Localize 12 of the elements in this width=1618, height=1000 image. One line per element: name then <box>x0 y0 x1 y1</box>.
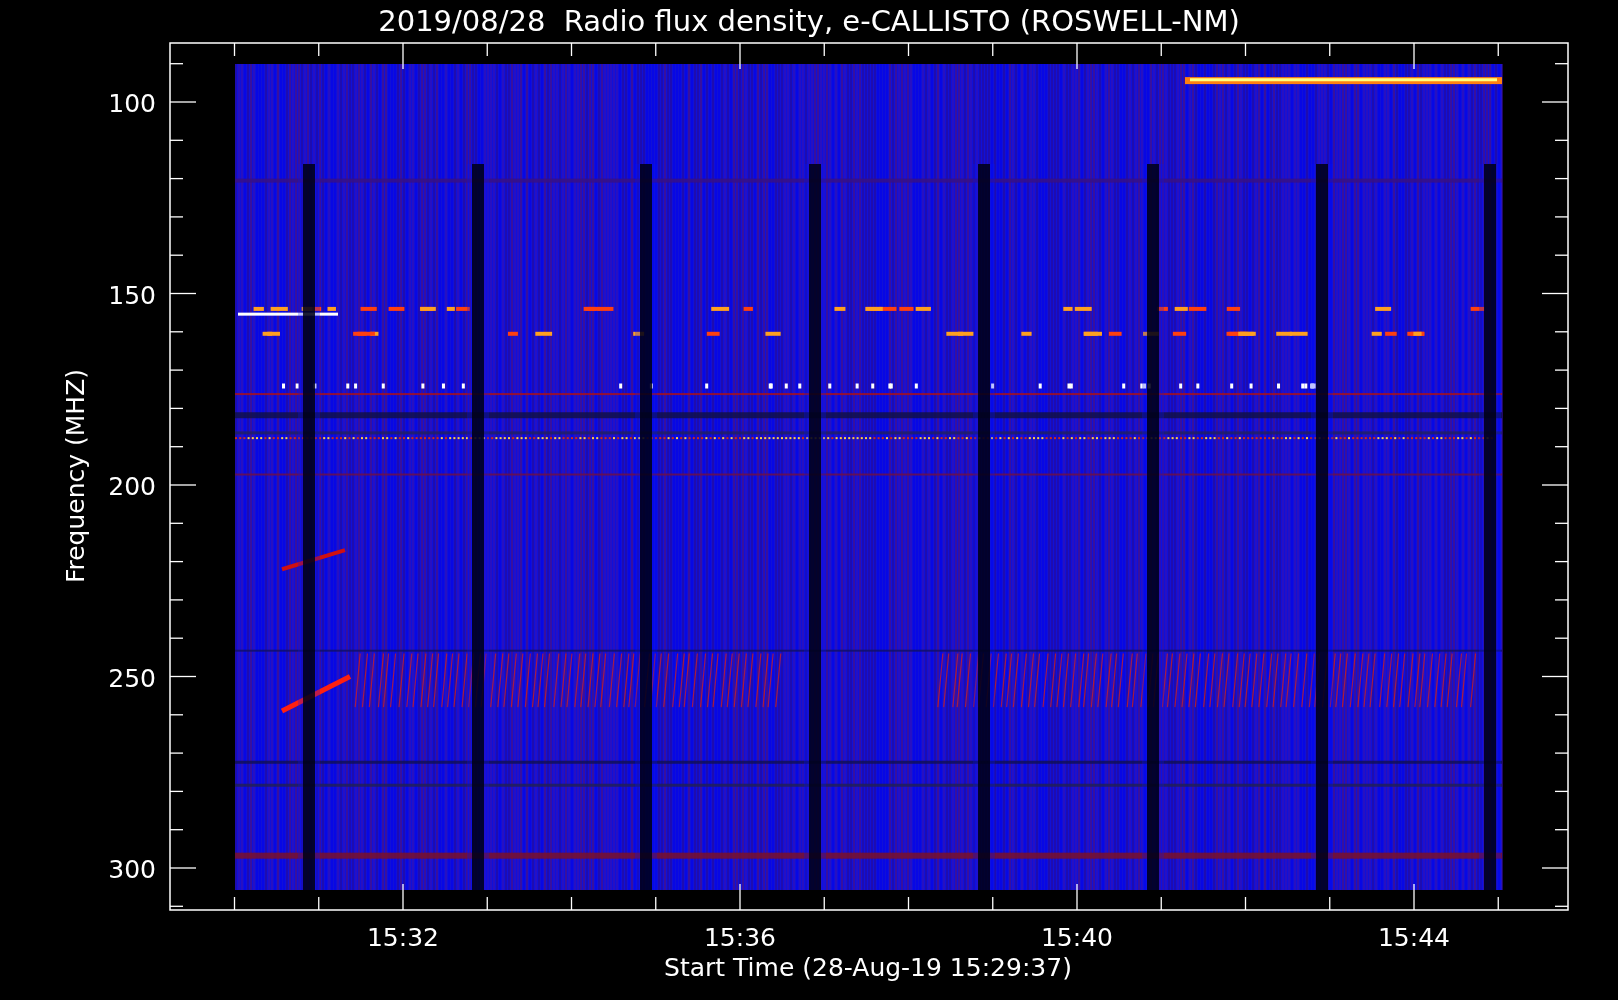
y-tick-label: 300 <box>108 855 156 884</box>
x-axis-label: Start Time (28-Aug-19 15:29:37) <box>664 953 1072 982</box>
y-tick-label: 100 <box>108 89 156 118</box>
x-tick-label: 15:40 <box>1041 923 1113 952</box>
y-tick-label: 200 <box>108 472 156 501</box>
y-tick-label: 250 <box>108 663 156 693</box>
y-axis-label: Frequency (MHZ) <box>61 368 90 584</box>
x-tick-label: 15:44 <box>1378 923 1450 952</box>
x-tick-label: 15:32 <box>367 923 439 952</box>
chart-title: 2019/08/28 Radio flux density, e-CALLISTO (ROSWELL-NM) <box>378 4 1240 38</box>
y-tick-label: 150 <box>108 280 156 310</box>
x-tick-label: 15:36 <box>704 923 776 952</box>
